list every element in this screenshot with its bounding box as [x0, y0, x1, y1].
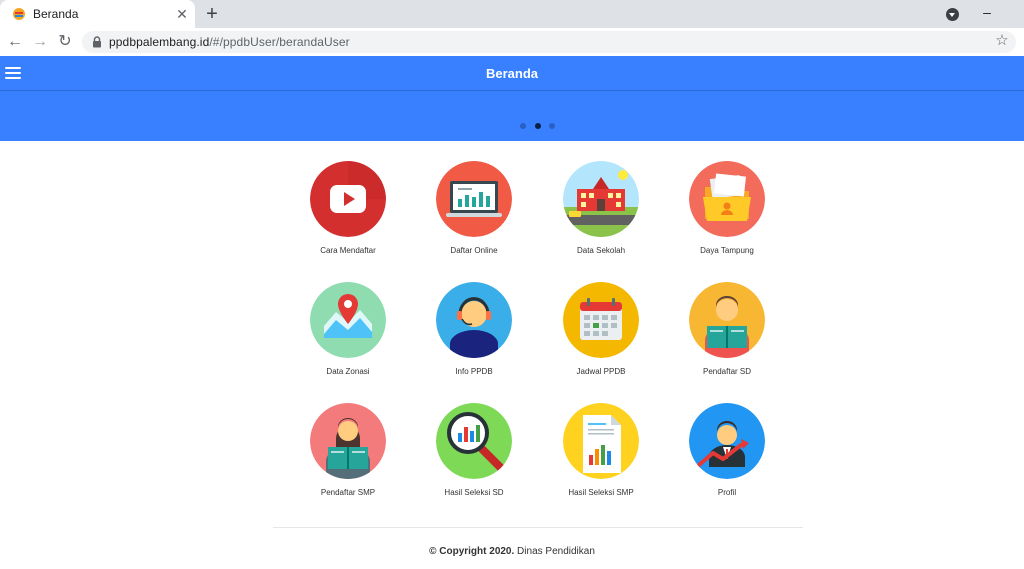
- url-path: /#/ppdbUser/berandaUser: [209, 35, 350, 49]
- menu-label: Hasil Seleksi SD: [444, 488, 504, 497]
- menu-label: Pendaftar SD: [702, 367, 752, 376]
- tab-close-icon[interactable]: ✕: [174, 6, 190, 22]
- footer: © Copyright 2020. Dinas Pendidikan: [0, 546, 1024, 557]
- minimize-window-icon[interactable]: –: [980, 4, 994, 20]
- menu-label: Hasil Seleksi SMP: [568, 488, 634, 497]
- calendar-icon: [563, 282, 639, 358]
- footer-divider: [273, 527, 803, 528]
- back-arrow-icon[interactable]: ←: [5, 32, 25, 52]
- menu-item-info-ppdb[interactable]: Info PPDB: [414, 282, 534, 392]
- menu-label: Data Zonasi: [326, 367, 370, 376]
- address-bar[interactable]: ppdbpalembang.id/#/ppdbUser/berandaUser …: [82, 31, 1016, 53]
- slider-dot-active[interactable]: [535, 123, 541, 129]
- menu-label: Daya Tampung: [700, 246, 754, 255]
- menu-label: Jadwal PPDB: [576, 367, 626, 376]
- forward-arrow-icon[interactable]: →: [30, 32, 50, 52]
- document-chart-icon: [563, 403, 639, 479]
- profile-menu-icon[interactable]: [946, 8, 959, 21]
- menu-item-cara-mendaftar[interactable]: Cara Mendaftar: [288, 161, 408, 271]
- menu-item-pendaftar-sd[interactable]: Pendaftar SD: [667, 282, 787, 392]
- url-host: ppdbpalembang.id: [109, 35, 210, 49]
- menu-label: Info PPDB: [455, 367, 493, 376]
- menu-label: Data Sekolah: [576, 246, 626, 255]
- browser-tab[interactable]: Beranda ✕: [0, 0, 195, 28]
- page-title: Beranda: [485, 66, 539, 81]
- browser-tabstrip: Beranda ✕ + –: [0, 0, 1024, 28]
- menu-item-data-sekolah[interactable]: Data Sekolah: [541, 161, 661, 271]
- menu-item-hasil-seleksi-smp[interactable]: Hasil Seleksi SMP: [541, 403, 661, 513]
- menu-item-pendaftar-smp[interactable]: Pendaftar SMP: [288, 403, 408, 513]
- slider-dot[interactable]: [520, 123, 526, 129]
- menu-item-profil[interactable]: Profil: [667, 403, 787, 513]
- menu-item-hasil-seleksi-sd[interactable]: Hasil Seleksi SD: [414, 403, 534, 513]
- banner-slider[interactable]: [0, 91, 1024, 141]
- url-text: ppdbpalembang.id/#/ppdbUser/berandaUser: [109, 35, 350, 49]
- youtube-play-icon: [310, 161, 386, 237]
- new-tab-icon[interactable]: +: [202, 4, 222, 24]
- businessman-growth-icon: [689, 403, 765, 479]
- browser-toolbar: ← → ↻ ppdbpalembang.id/#/ppdbUser/berand…: [0, 28, 1024, 56]
- menu-item-jadwal-ppdb[interactable]: Jadwal PPDB: [541, 282, 661, 392]
- laptop-chart-icon: [436, 161, 512, 237]
- menu-label: Profil: [717, 488, 737, 497]
- slider-dot[interactable]: [549, 123, 555, 129]
- boy-reading-icon: [689, 282, 765, 358]
- map-pin-icon: [310, 282, 386, 358]
- menu-label: Pendaftar SMP: [320, 488, 376, 497]
- copyright-text: © Copyright 2020.: [429, 546, 515, 557]
- lock-icon: [93, 36, 101, 48]
- school-building-icon: [563, 161, 639, 237]
- site-favicon-icon: [13, 8, 25, 20]
- menu-item-daya-tampung[interactable]: Daya Tampung: [667, 161, 787, 271]
- footer-org: Dinas Pendidikan: [514, 546, 595, 557]
- menu-item-data-zonasi[interactable]: Data Zonasi: [288, 282, 408, 392]
- bookmark-star-icon[interactable]: ☆: [994, 33, 1010, 49]
- folder-profile-icon: [689, 161, 765, 237]
- girl-reading-icon: [310, 403, 386, 479]
- app-header: Beranda: [0, 56, 1024, 91]
- menu-label: Daftar Online: [450, 246, 498, 255]
- menu-label: Cara Mendaftar: [320, 246, 376, 255]
- call-center-icon: [436, 282, 512, 358]
- tab-title: Beranda: [33, 7, 79, 21]
- magnifier-chart-icon: [436, 403, 512, 479]
- menu-item-daftar-online[interactable]: Daftar Online: [414, 161, 534, 271]
- reload-icon[interactable]: ↻: [55, 32, 75, 52]
